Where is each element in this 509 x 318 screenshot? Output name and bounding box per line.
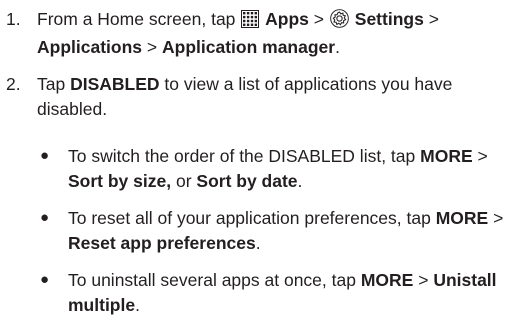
apps-grid-icon	[241, 10, 260, 35]
bullet-text: To switch the order of the DISABLED list…	[68, 144, 505, 193]
reset-app-preferences-label: Reset app preferences	[68, 232, 256, 253]
sort-by-size-label: Sort by size,	[68, 170, 172, 191]
step-number: 1.	[6, 9, 21, 29]
bullet-description: To uninstall several apps at once, tap	[68, 270, 356, 290]
applications-label: Applications	[37, 36, 143, 57]
step-2: 2. Tap DISABLED to view a list of applic…	[0, 72, 505, 122]
separator: >	[313, 9, 325, 29]
step-number: 2.	[6, 74, 21, 94]
or-text: or	[175, 170, 192, 191]
separator: >	[418, 270, 429, 290]
bullet-sort: ● To switch the order of the DISABLED li…	[37, 144, 505, 194]
bullet-dot: ●	[40, 271, 50, 288]
bullet-uninstall: ● To uninstall several apps at once, tap…	[37, 268, 505, 318]
separator: >	[428, 9, 439, 29]
bullet-description: To switch the order of the DISABLED list…	[68, 146, 416, 166]
separator: >	[493, 208, 504, 228]
apps-label: Apps	[265, 9, 309, 29]
step-1-intro: From a Home screen, tap	[37, 9, 236, 29]
application-manager-label: Application manager	[162, 36, 336, 57]
settings-gear-icon	[330, 9, 349, 35]
bullet-dot: ●	[40, 209, 50, 226]
step-text: Tap DISABLED to view a list of applicati…	[37, 72, 505, 121]
more-label: MORE	[420, 146, 473, 166]
sort-by-date-label: Sort by date	[196, 170, 298, 191]
bullet-text: To reset all of your application prefere…	[68, 206, 505, 255]
bullet-dot: ●	[40, 147, 50, 164]
separator: >	[477, 146, 488, 166]
more-label: MORE	[435, 208, 489, 228]
separator: >	[146, 36, 158, 57]
period: .	[255, 232, 261, 253]
bullet-text: To uninstall several apps at once, tap M…	[68, 268, 505, 317]
step-2-intro: Tap	[37, 74, 66, 94]
period: .	[335, 36, 340, 57]
step-1: 1. From a Home screen, tap Apps > Settin…	[0, 7, 505, 57]
disabled-label: DISABLED	[70, 74, 160, 94]
instructions-document: 1. From a Home screen, tap Apps > Settin…	[0, 0, 509, 315]
period: .	[297, 170, 303, 191]
bullet-reset: ● To reset all of your application prefe…	[37, 206, 505, 256]
bullet-description: To reset all of your application prefere…	[68, 208, 431, 228]
step-text: From a Home screen, tap Apps > Settings …	[37, 7, 505, 59]
more-label: MORE	[360, 270, 414, 290]
settings-label: Settings	[354, 9, 424, 29]
